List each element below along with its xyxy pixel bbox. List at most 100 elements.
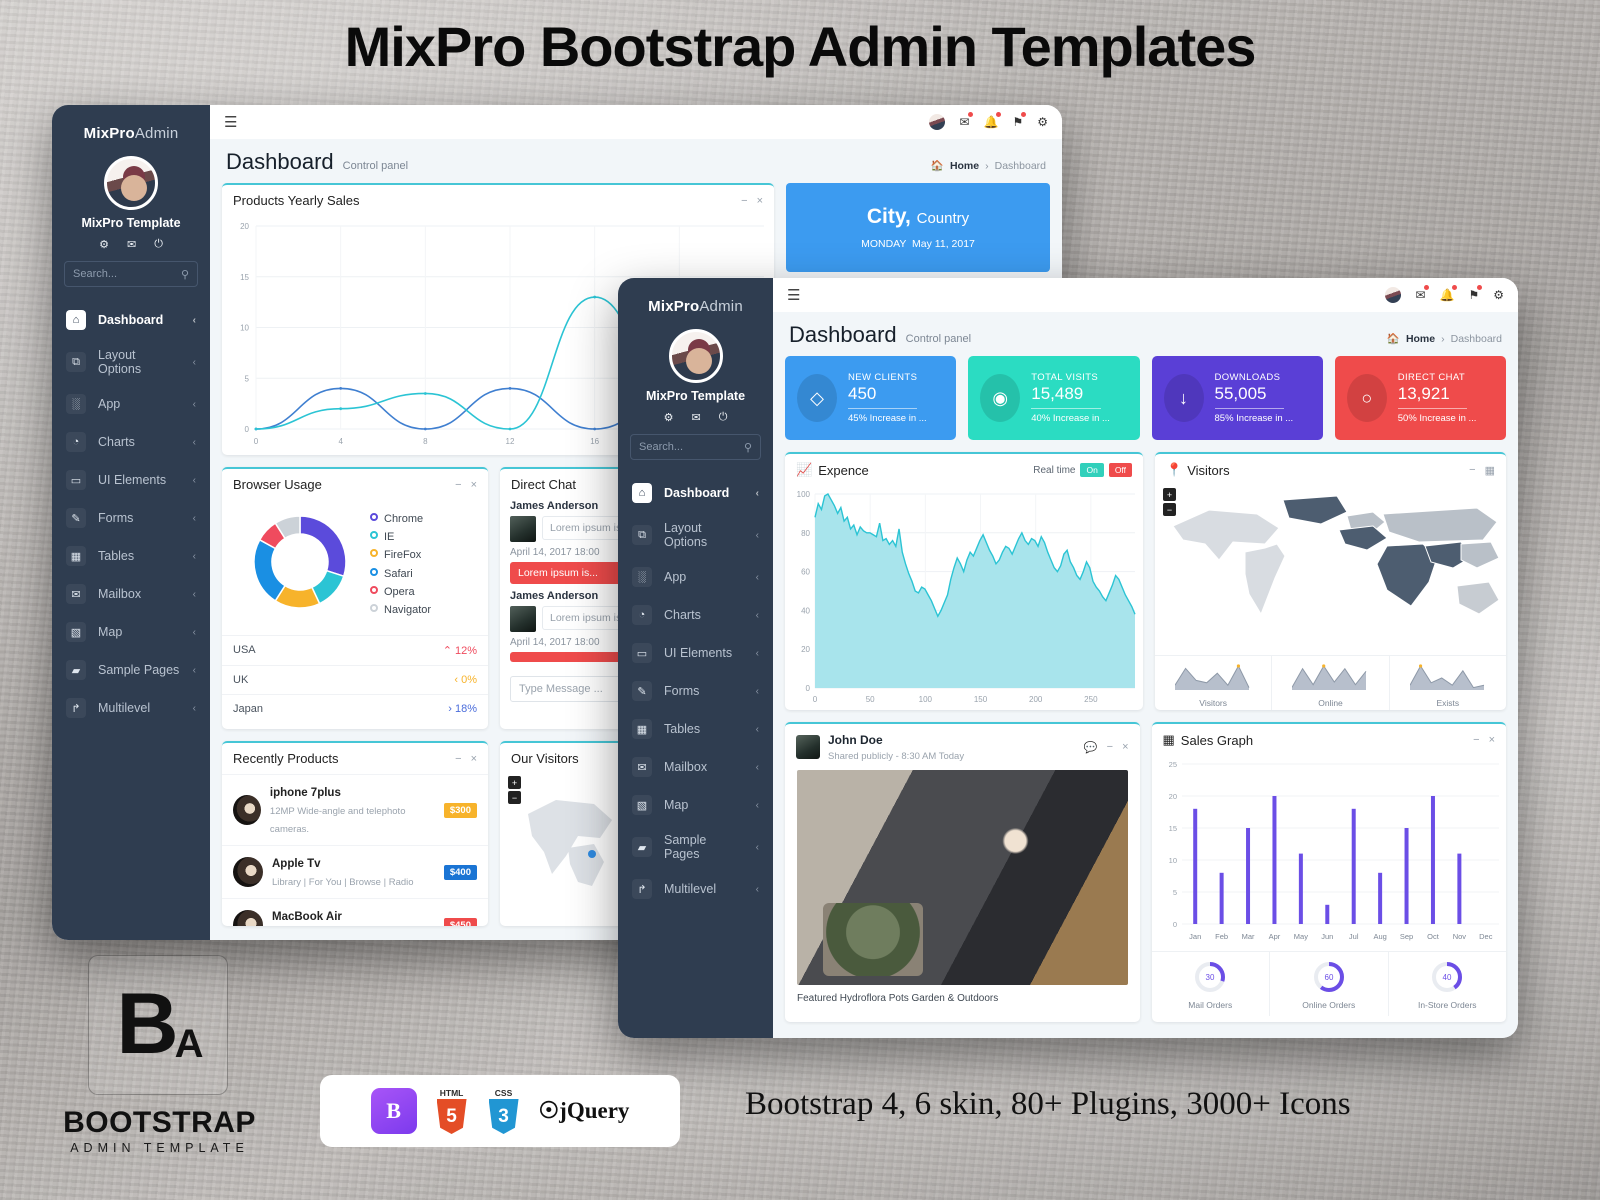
- realtime-off-button[interactable]: Off: [1108, 463, 1132, 477]
- sidebar-item-map[interactable]: ▧ Map ‹: [618, 786, 773, 824]
- breadcrumb-home[interactable]: Home: [950, 160, 979, 172]
- grid-icon: ▦: [1162, 732, 1175, 747]
- bell-icon[interactable]: 🔔: [984, 112, 1002, 129]
- city-name: City,: [866, 205, 911, 228]
- envelope-icon[interactable]: ✉: [127, 238, 136, 251]
- avatar: [510, 516, 536, 542]
- map-zoom-in-button[interactable]: +: [508, 776, 521, 789]
- bell-icon[interactable]: 🔔: [1440, 285, 1458, 302]
- envelope-icon[interactable]: ✉: [959, 112, 973, 129]
- gear-icon[interactable]: ⚙: [664, 411, 674, 424]
- flag-icon[interactable]: ⚑: [1012, 112, 1026, 129]
- sidebar-item-tables[interactable]: ▦ Tables ‹: [52, 537, 210, 575]
- close-icon[interactable]: ×: [1122, 741, 1128, 754]
- sidebar-item-charts[interactable]: ◔ Charts ‹: [52, 423, 210, 461]
- card-tools: − ▦: [1469, 464, 1495, 477]
- envelope-icon[interactable]: ✉: [691, 411, 700, 424]
- stat-card[interactable]: ↓ DOWNLOADS 55,005 85% Increase in ...: [1151, 356, 1323, 440]
- breadcrumb: 🏠 Home › Dashboard: [931, 159, 1046, 173]
- gear-icon[interactable]: ⚙: [1493, 288, 1504, 302]
- minimize-icon[interactable]: −: [1473, 734, 1479, 746]
- map-zoom-out-button[interactable]: −: [508, 791, 521, 804]
- sidebar-item-forms[interactable]: ✎ Forms ‹: [52, 499, 210, 537]
- sidebar-item-ui-elements[interactable]: ▭ UI Elements ‹: [618, 634, 773, 672]
- front-page-header: Dashboard Control panel 🏠 Home › Dashboa…: [773, 312, 1518, 356]
- sparkline-label: Visitors: [1199, 698, 1228, 708]
- sidebar-item-layout-options[interactable]: ⧉ Layout Options ‹: [618, 512, 773, 558]
- close-icon[interactable]: ×: [1489, 734, 1495, 746]
- sales-graph-card: ▦ Sales Graph − × 0 5 10 15 20 25 Jan Feb Mar Apr…: [1151, 722, 1507, 1022]
- map-zoom-in-button[interactable]: +: [1163, 488, 1176, 501]
- card-title: Sales Graph: [1180, 732, 1254, 748]
- flag-icon[interactable]: ⚑: [1468, 285, 1482, 302]
- power-icon[interactable]: ⏻: [719, 411, 728, 424]
- hamburger-icon[interactable]: ☰: [787, 286, 800, 304]
- legend-swatch: [370, 549, 378, 558]
- breadcrumb-home[interactable]: Home: [1406, 333, 1435, 345]
- realtime-on-button[interactable]: On: [1080, 463, 1104, 477]
- sidebar-item-ui-elements[interactable]: ▭ UI Elements ‹: [52, 461, 210, 499]
- chevron-icon: ‹: [755, 761, 759, 773]
- search-input[interactable]: Search... ⚲: [64, 261, 198, 287]
- stat-label: TOTAL VISITS: [1031, 372, 1099, 383]
- browser-usage-legend: Chrome IE FireFox Safari Opera Navigator: [370, 510, 431, 619]
- sidebar-item-tables[interactable]: ▦ Tables ‹: [618, 710, 773, 748]
- sidebar-brand[interactable]: MixProAdmin: [618, 288, 773, 323]
- sidebar-item-dashboard[interactable]: ⌂ Dashboard ‹: [52, 301, 210, 339]
- sidebar-item-sample-pages[interactable]: ▰ Sample Pages ‹: [52, 651, 210, 689]
- sparkline: [1174, 664, 1250, 690]
- sidebar-item-mailbox[interactable]: ✉ Mailbox ‹: [618, 748, 773, 786]
- calendar-icon[interactable]: ▦: [1485, 464, 1495, 477]
- sidebar-item-multilevel[interactable]: ↱ Multilevel ‹: [52, 689, 210, 727]
- power-icon[interactable]: ⏻: [154, 238, 163, 251]
- close-icon[interactable]: ×: [471, 479, 477, 491]
- ba-logo-text: BOOTSTRAP ADMIN TEMPLATE: [42, 1106, 277, 1155]
- svg-text:5: 5: [1172, 888, 1176, 897]
- stat-card[interactable]: ◇ NEW CLIENTS 450 45% Increase in ...: [785, 356, 957, 440]
- order-gauge: 40 In-Store Orders: [1389, 952, 1507, 1016]
- map-zoom-out-button[interactable]: −: [1163, 503, 1176, 516]
- product-row[interactable]: iphone 7plus 12MP Wide-angle and telephot…: [222, 774, 488, 845]
- minimize-icon[interactable]: −: [741, 195, 747, 207]
- avatar[interactable]: [929, 114, 946, 130]
- minimize-icon[interactable]: −: [455, 753, 461, 765]
- sidebar-item-dashboard[interactable]: ⌂ Dashboard ‹: [618, 474, 773, 512]
- stat-label: DIRECT CHAT: [1397, 372, 1466, 383]
- table-icon: ▦: [632, 719, 652, 739]
- minimize-icon[interactable]: −: [1469, 464, 1475, 477]
- sidebar-item-app[interactable]: ░ App ‹: [618, 558, 773, 596]
- sidebar-item-sample-pages[interactable]: ▰ Sample Pages ‹: [618, 824, 773, 870]
- sidebar-item-mailbox[interactable]: ✉ Mailbox ‹: [52, 575, 210, 613]
- envelope-icon[interactable]: ✉: [1415, 285, 1429, 302]
- sidebar-item-multilevel[interactable]: ↱ Multilevel ‹: [618, 870, 773, 908]
- sidebar-item-forms[interactable]: ✎ Forms ‹: [618, 672, 773, 710]
- search-input[interactable]: Search... ⚲: [630, 434, 761, 460]
- svg-text:40: 40: [801, 606, 810, 615]
- sidebar-item-app[interactable]: ░ App ‹: [52, 385, 210, 423]
- sidebar-item-label: Map: [664, 798, 689, 812]
- svg-text:100: 100: [797, 490, 811, 499]
- sidebar-item-map[interactable]: ▧ Map ‹: [52, 613, 210, 651]
- product-row[interactable]: Apple Tv Library | For You | Browse | Rad…: [222, 845, 488, 898]
- comment-icon[interactable]: 💬: [1084, 741, 1098, 754]
- hamburger-icon[interactable]: ☰: [224, 113, 237, 131]
- stat-card[interactable]: ◉ TOTAL VISITS 15,489 40% Increase in ...: [968, 356, 1140, 440]
- svg-text:250: 250: [1084, 695, 1098, 704]
- layers-icon: ⧉: [632, 525, 652, 545]
- svg-text:10: 10: [1168, 856, 1176, 865]
- stat-footer: 50% Increase in ...: [1397, 413, 1477, 424]
- gear-icon[interactable]: ⚙: [1037, 115, 1048, 129]
- sidebar-item-charts[interactable]: ◔ Charts ‹: [618, 596, 773, 634]
- product-row[interactable]: MacBook AirMake big things happen. All d…: [222, 898, 488, 926]
- minimize-icon[interactable]: −: [1107, 741, 1113, 754]
- sidebar-item-layout-options[interactable]: ⧉ Layout Options ‹: [52, 339, 210, 385]
- sidebar-brand[interactable]: MixProAdmin: [52, 115, 210, 150]
- back-page-header: Dashboard Control panel 🏠 Home › Dashboa…: [210, 139, 1062, 183]
- minimize-icon[interactable]: −: [455, 479, 461, 491]
- stat-card[interactable]: ○ DIRECT CHAT 13,921 50% Increase in ...: [1334, 356, 1506, 440]
- gear-icon[interactable]: ⚙: [99, 238, 109, 251]
- close-icon[interactable]: ×: [757, 195, 763, 207]
- close-icon[interactable]: ×: [471, 753, 477, 765]
- avatar[interactable]: [1385, 287, 1402, 303]
- legend-label: Navigator: [384, 603, 432, 616]
